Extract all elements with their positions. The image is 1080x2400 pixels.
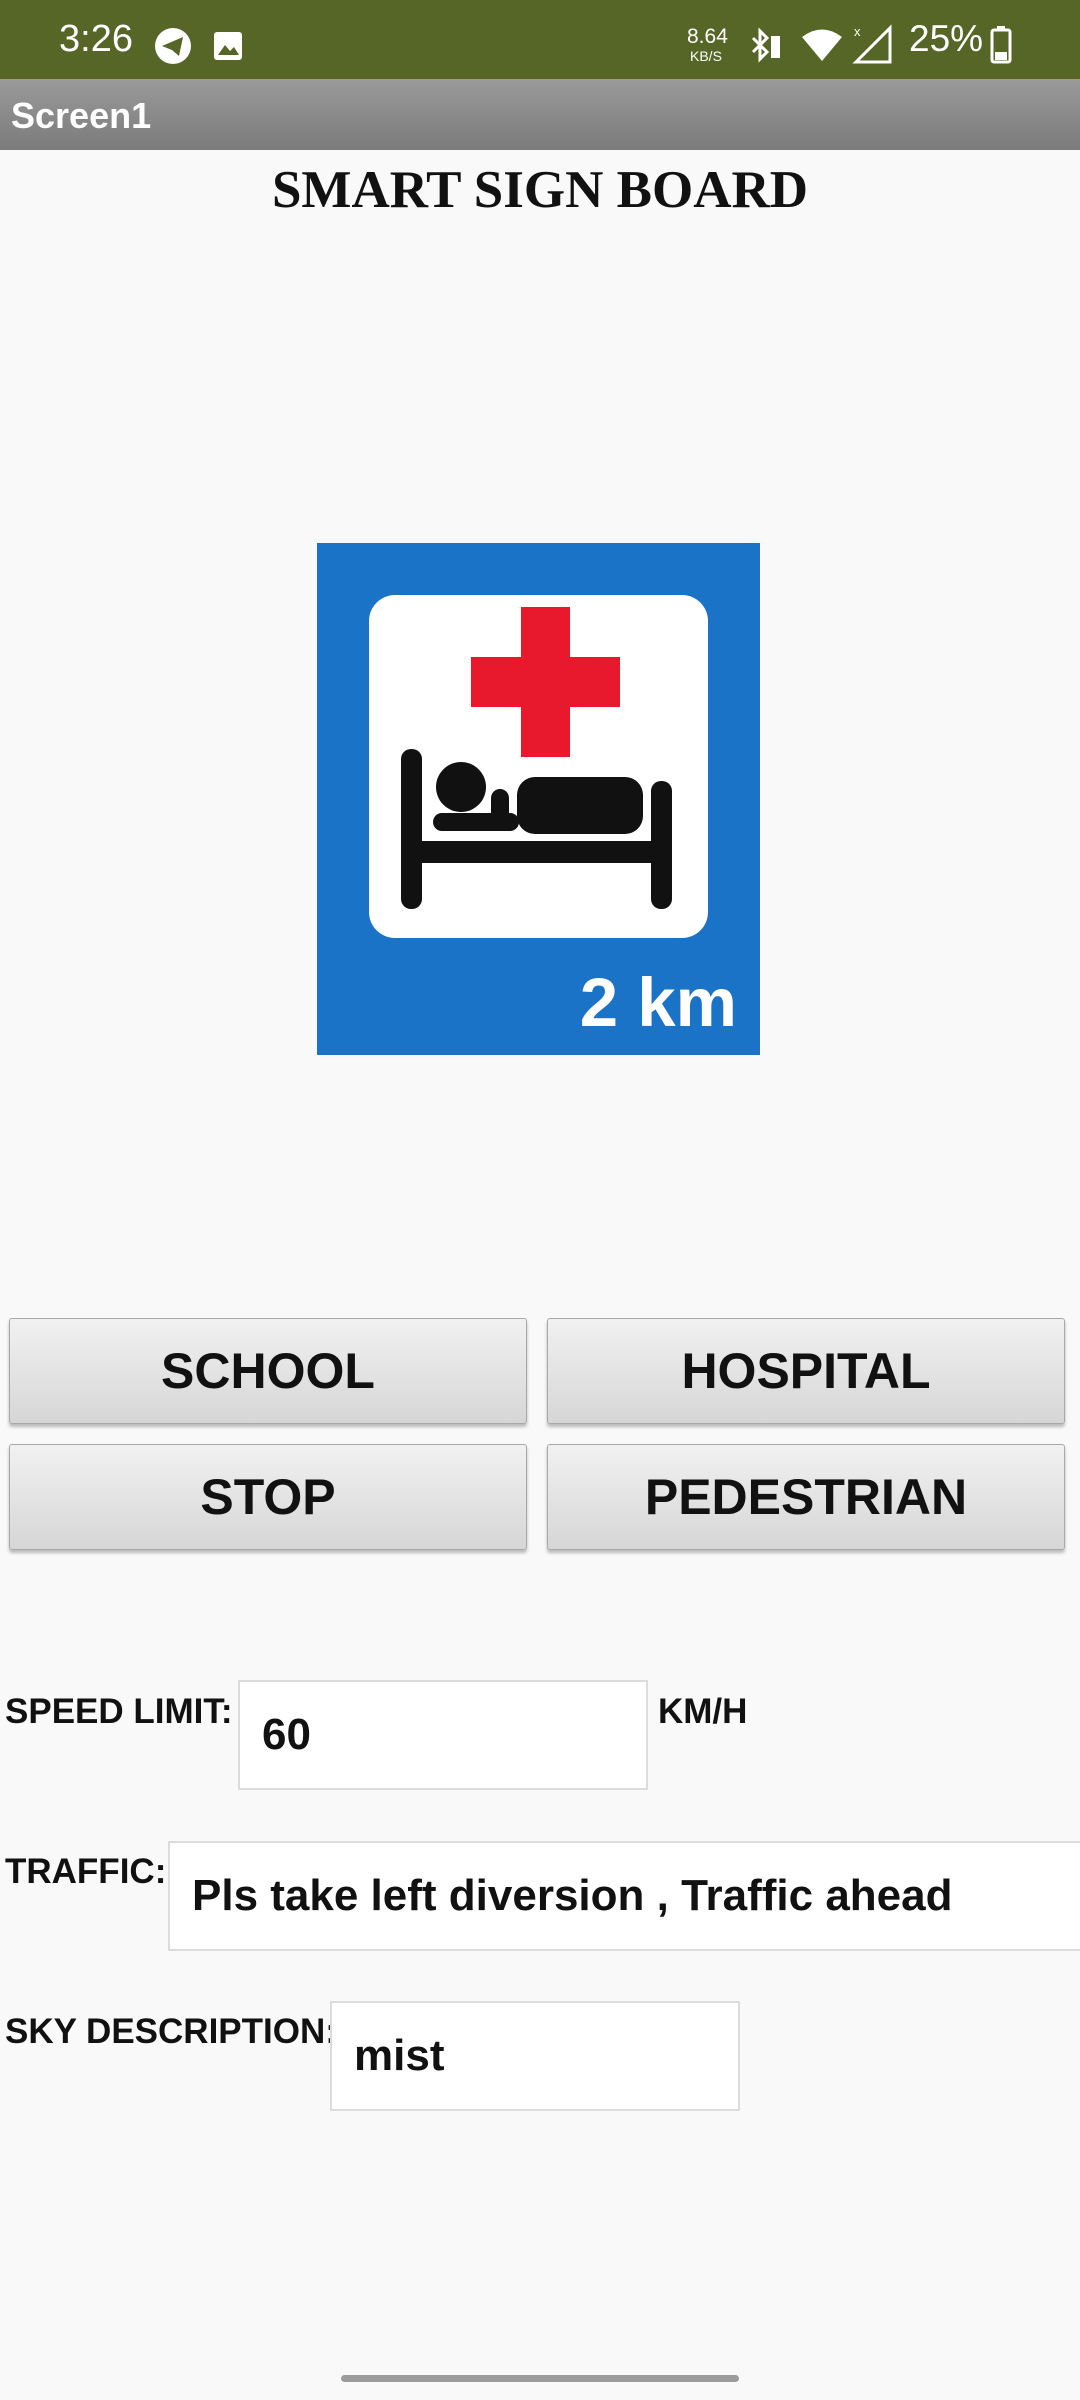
status-bar: 3:26 8.64 KB/S x 25% — [0, 0, 1080, 79]
stop-button[interactable]: STOP — [9, 1444, 527, 1550]
screen-title: Screen1 — [11, 95, 152, 136]
hospital-sign-image: 2 km — [317, 543, 760, 1055]
speed-limit-field[interactable]: 60 — [238, 1680, 648, 1790]
pedestrian-button[interactable]: PEDESTRIAN — [547, 1444, 1065, 1550]
sky-description-label: SKY DESCRIPTION: — [5, 2012, 337, 2051]
wifi-icon — [802, 29, 842, 61]
signal-icon: x — [852, 24, 892, 64]
battery-icon — [990, 26, 1012, 64]
bluetooth-icon — [751, 27, 780, 63]
svg-text:x: x — [854, 24, 861, 39]
sign-distance: 2 km — [579, 964, 737, 1041]
home-indicator[interactable] — [341, 2375, 739, 2382]
traffic-field[interactable]: Pls take left diversion , Traffic ahead — [168, 1841, 1080, 1951]
school-button[interactable]: SCHOOL — [9, 1318, 527, 1424]
app-title-bar: Screen1 — [0, 79, 1080, 150]
net-speed-value: 8.64 — [687, 25, 728, 48]
image-icon — [214, 32, 242, 60]
hospital-button[interactable]: HOSPITAL — [547, 1318, 1065, 1424]
traffic-label: TRAFFIC: — [5, 1852, 167, 1891]
battery-percent: 25% — [909, 18, 984, 59]
sky-description-field[interactable]: mist — [330, 2001, 740, 2111]
net-speed-unit: KB/S — [690, 48, 722, 64]
telegram-icon — [155, 28, 191, 64]
hospital-bed-icon — [401, 607, 672, 909]
sign-panel — [369, 595, 708, 938]
speed-unit-label: KM/H — [658, 1692, 748, 1731]
speed-limit-label: SPEED LIMIT: — [5, 1692, 233, 1731]
status-time: 3:26 — [59, 18, 133, 60]
page-title: SMART SIGN BOARD — [271, 161, 809, 219]
